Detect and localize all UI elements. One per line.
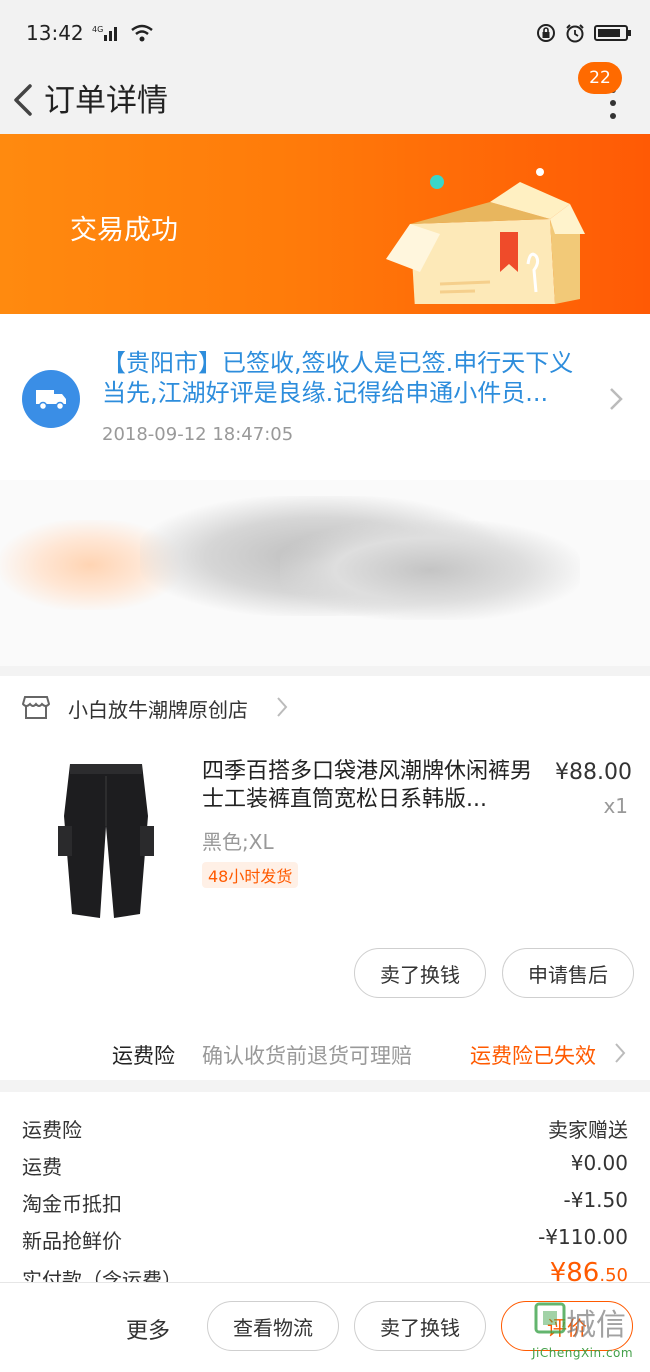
logistics-card[interactable]: 【贵阳市】已签收,签收人是已签.申行天下义当先,江湖好评是良缘.记得给申通小件员…	[0, 314, 650, 480]
wifi-icon	[130, 24, 153, 42]
more-actions-link[interactable]: 更多	[126, 1313, 170, 1345]
insurance-desc: 确认收货前退货可理赔	[202, 1044, 412, 1068]
paid-amount-main: ¥86	[549, 1258, 600, 1282]
fee-label: 运费	[22, 1155, 62, 1179]
order-card: 小白放牛潮牌原创店 四季百搭多口袋港风潮牌休闲裤男士工装裤直筒宽松日系韩版...…	[0, 676, 650, 1080]
paid-amount-cents: .50	[599, 1265, 628, 1282]
truck-icon	[22, 370, 80, 428]
fee-value: -¥1.50	[563, 1188, 628, 1212]
apply-after-sale-button[interactable]: 申请售后	[502, 948, 634, 998]
open-box-illustration	[386, 168, 585, 304]
product-quantity: x1	[603, 794, 628, 818]
shipping-insurance-row[interactable]: 运费险 确认收货前退货可理赔 运费险已失效	[0, 1026, 650, 1080]
view-logistics-button[interactable]: 查看物流	[207, 1301, 339, 1351]
transaction-status: 交易成功	[70, 215, 178, 246]
page-title: 订单详情	[44, 83, 168, 119]
fee-value: -¥110.00	[538, 1225, 628, 1249]
product-image[interactable]	[30, 756, 180, 926]
chevron-right-icon	[615, 1043, 626, 1063]
alarm-icon	[566, 24, 584, 43]
message-count-badge: 22	[578, 62, 622, 94]
product-spec: 黑色;XL	[202, 830, 274, 854]
sell-for-cash-button[interactable]: 卖了换钱	[354, 1301, 486, 1351]
fee-value: 卖家赠送	[548, 1118, 628, 1142]
watermark-url: JiChengXin.com	[532, 1346, 634, 1360]
status-banner: 交易成功	[0, 134, 650, 314]
chevron-right-icon	[610, 388, 623, 410]
chevron-right-icon	[277, 697, 288, 717]
fee-label: 新品抢鲜价	[22, 1229, 122, 1253]
status-right	[536, 23, 631, 43]
paid-amount: ¥86.50	[550, 1258, 628, 1282]
shop-name: 小白放牛潮牌原创店	[68, 698, 248, 722]
fee-row: 运费 ¥0.00	[0, 1145, 650, 1181]
header: 订单详情 22	[0, 62, 650, 134]
fee-row: 运费险 卖家赠送	[0, 1108, 650, 1144]
more-menu-button[interactable]: 22	[578, 62, 630, 126]
logistics-message: 【贵阳市】已签收,签收人是已签.申行天下义当先,江湖好评是良缘.记得给申通小件员…	[102, 349, 574, 407]
shop-icon	[22, 696, 50, 719]
shipping-tag: 48小时发货	[202, 862, 299, 888]
insurance-label: 运费险	[112, 1044, 175, 1068]
logistics-time: 2018-09-12 18:47:05	[102, 424, 294, 445]
back-arrow-icon[interactable]	[6, 78, 42, 122]
battery-icon	[594, 25, 631, 41]
signal-icon: 4G	[92, 25, 117, 41]
fee-label: 运费险	[22, 1118, 82, 1142]
watermark-text: 城信	[566, 1308, 626, 1343]
lock-rotation-icon	[537, 24, 555, 42]
truck-glyph-icon	[36, 390, 66, 411]
svg-text:4G: 4G	[92, 25, 103, 34]
fees-card: 运费险 卖家赠送 运费 ¥0.00 淘金币抵扣 -¥1.50 新品抢鲜价 -¥1…	[0, 1092, 650, 1282]
address-redacted	[0, 480, 650, 666]
fee-label: 淘金币抵扣	[22, 1192, 122, 1216]
fee-row: 淘金币抵扣 -¥1.50	[0, 1182, 650, 1218]
status-bar: 13:42 4G	[0, 0, 650, 66]
status-time: 13:42	[26, 21, 84, 45]
fee-row: 新品抢鲜价 -¥110.00	[0, 1219, 650, 1255]
insurance-status: 运费险已失效	[470, 1044, 596, 1068]
fee-value: ¥0.00	[570, 1151, 628, 1175]
status-left: 13:42 4G	[26, 21, 154, 45]
redaction-blur	[280, 520, 580, 620]
product-price: ¥88.00	[555, 760, 632, 785]
product-title[interactable]: 四季百搭多口袋港风潮牌休闲裤男士工装裤直筒宽松日系韩版...	[202, 758, 532, 814]
sell-for-cash-button[interactable]: 卖了换钱	[354, 948, 486, 998]
shop-row[interactable]: 小白放牛潮牌原创店	[0, 676, 650, 736]
paid-label: 实付款（含运费）	[22, 1268, 182, 1282]
paid-row: 实付款（含运费） ¥86.50	[0, 1258, 650, 1282]
